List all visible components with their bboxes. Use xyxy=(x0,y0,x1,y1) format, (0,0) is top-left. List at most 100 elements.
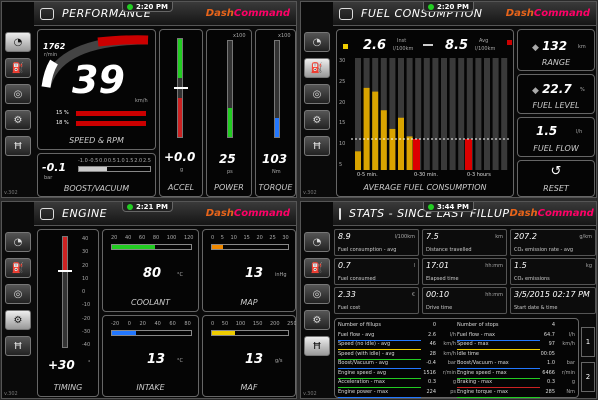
fuel-icon[interactable]: ⛽ xyxy=(5,258,31,278)
speed-rpm-panel[interactable]: 1762 r/min 39 km/h 15 % 18 % SPEED & RPM xyxy=(37,29,156,150)
engine-icon[interactable]: ⚙ xyxy=(304,310,330,330)
table-row: Engine speed - max 6466 r/min xyxy=(457,370,575,379)
steering-icon[interactable]: ◎ xyxy=(5,284,31,304)
gauge-icon[interactable]: ◔ xyxy=(304,232,330,252)
table-row: Engine speed - avg 1516 r/min xyxy=(338,370,456,379)
timing-ticks: 40 30 20 10 0 -10 -20 -30 -40 xyxy=(82,236,90,348)
page-2-button[interactable]: 2 xyxy=(581,362,595,392)
stat-unit: g/km xyxy=(579,234,592,240)
accel-panel[interactable]: +0.0 g ACCEL xyxy=(159,29,203,197)
consumption-bar xyxy=(389,128,396,170)
timing-panel[interactable]: 40 30 20 10 0 -10 -20 -30 -40 +30 ° TIMING xyxy=(37,229,99,397)
bar-slot xyxy=(423,58,430,170)
timing-tick: -40 xyxy=(82,342,91,348)
avg-bar xyxy=(413,139,420,170)
clock: 2:21 PM xyxy=(122,202,173,212)
row-unit: g xyxy=(452,379,456,385)
lift-icon[interactable]: Ħ xyxy=(304,136,330,156)
bar-slot xyxy=(449,58,456,170)
reset-button[interactable]: ↺ RESET xyxy=(517,160,595,197)
table-row: Speed - max 97 km/h xyxy=(457,341,575,350)
y-tick: 25 xyxy=(339,78,346,85)
bar2 xyxy=(76,121,146,126)
timing-pointer xyxy=(58,270,72,272)
maf-panel[interactable]: 0 50 100 150 200 250 13 g/s MAF xyxy=(202,315,296,397)
row-value: 97 xyxy=(548,341,555,347)
boost-tick: 1.0 xyxy=(116,158,125,164)
stat-label: Fuel cost xyxy=(338,305,361,311)
fuel-icon[interactable]: ⛽ xyxy=(304,58,330,78)
logo: DashCommand xyxy=(205,208,290,219)
row-value: 2.6 xyxy=(428,331,436,338)
row-unit: bar xyxy=(447,360,456,366)
avg-bar xyxy=(465,139,472,170)
stat-unit: l xyxy=(413,263,415,269)
engine-icon[interactable]: ⚙ xyxy=(5,310,31,330)
map-panel[interactable]: 0 5 10 15 20 25 30 13 inHg MAP xyxy=(202,229,296,312)
stat-label: Fuel consumed xyxy=(338,276,376,282)
row-label: Speed - max xyxy=(457,341,489,347)
fuel-flow-panel[interactable]: 1.5 l/h FUEL FLOW xyxy=(517,117,595,157)
boost-tick: -1.0 xyxy=(78,158,88,164)
bar-slot xyxy=(492,58,499,170)
consumption-bar xyxy=(406,136,413,170)
row-value: 46 xyxy=(429,341,436,347)
boost-bar xyxy=(78,166,151,172)
stat-cell: 3/5/2015 02:17 PM Start date & time xyxy=(510,287,596,314)
row-value: 4 xyxy=(551,322,555,328)
coolant-panel[interactable]: 20 40 60 80 100 120 80 °C COOLANT xyxy=(102,229,199,312)
intake-panel[interactable]: -20 0 20 40 60 80 13 °C INTAKE xyxy=(102,315,199,397)
bar-slot xyxy=(475,58,482,170)
consumption-chart-panel[interactable]: 2.6 Inst l/100km 8.5 Avg l/100km 30 25 20 1… xyxy=(336,29,514,197)
rpm-value: 1762 xyxy=(43,42,66,51)
timing-tick: 30 xyxy=(82,249,89,256)
logo: DashCommand xyxy=(205,8,290,19)
stat-cell: 207.2 g/km CO₂ emission rate - avg xyxy=(510,229,596,256)
steering-icon[interactable]: ◎ xyxy=(5,84,31,104)
gauge-icon[interactable]: ◔ xyxy=(5,232,31,252)
range-panel[interactable]: ◆ 132 km RANGE xyxy=(517,29,595,71)
row-value: 28 xyxy=(429,350,436,357)
timing-track xyxy=(62,236,68,348)
sidebar: ◔ ⛽ ◎ ⚙ Ħ xyxy=(2,26,34,197)
torque-panel[interactable]: x100 103 Nm TORQUE xyxy=(255,29,296,197)
lift-icon[interactable]: Ħ xyxy=(5,136,31,156)
fuel-icon[interactable]: ⛽ xyxy=(304,258,330,278)
engine-icon xyxy=(40,207,54,220)
power-panel[interactable]: x100 25 ps POWER xyxy=(206,29,252,197)
steering-icon[interactable]: ◎ xyxy=(304,84,330,104)
engine-icon[interactable]: ⚙ xyxy=(5,110,31,130)
engine-icon[interactable]: ⚙ xyxy=(304,110,330,130)
timing-tick: 10 xyxy=(82,275,89,282)
steering-icon[interactable]: ◎ xyxy=(304,284,330,304)
performance-screen: 2:20 PM ◔ ⛽ ◎ ⚙ Ħ PERFORMANCE DashCommand… xyxy=(1,1,297,198)
intake-value: 13 xyxy=(147,352,166,367)
row-label: Speed (with idle) - avg xyxy=(338,350,395,357)
page-1-button[interactable]: 1 xyxy=(581,327,595,357)
row-unit: km/h xyxy=(443,341,456,347)
gauge-icon[interactable]: ◔ xyxy=(5,32,31,52)
stat-unit: hh:mm xyxy=(485,292,503,298)
maf-bar xyxy=(211,330,289,336)
boost-ticks: -1.0 -0.5 0.0 0.5 1.0 1.5 2.0 2.5 xyxy=(78,158,151,164)
table-row: Fuel flow - max 64.7 l/h xyxy=(457,332,575,341)
stat-unit: km xyxy=(495,234,503,240)
stat-cell: 1.5 kg CO₂ emissions xyxy=(510,258,596,285)
timing-tick: -10 xyxy=(82,302,91,309)
gauge-icon[interactable]: ◔ xyxy=(304,32,330,52)
fuel-chart xyxy=(351,58,511,170)
row-label: Boost/Vacuum - avg xyxy=(338,360,389,366)
torque-value: 103 xyxy=(262,152,288,166)
lift-icon[interactable]: Ħ xyxy=(304,336,330,356)
row-label: Engine power - max xyxy=(338,388,389,395)
fuel-icon[interactable]: ⛽ xyxy=(5,58,31,78)
sidebar: ◔ ⛽ ◎ ⚙ Ħ xyxy=(2,226,34,398)
lift-icon[interactable]: Ħ xyxy=(5,336,31,356)
timing-tick: 40 xyxy=(82,236,89,242)
boost-panel[interactable]: -1.0 -0.5 0.0 0.5 1.0 1.5 2.0 2.5 -0.1 bar BOOS… xyxy=(37,153,156,197)
table-row: Boost/Vacuum - avg -0.4 bar xyxy=(338,360,456,369)
table-row: Speed (with idle) - avg 28 km/h xyxy=(338,351,456,360)
stats-screen: 3:44 PM ◔ ⛽ ◎ ⚙ Ħ STATS - SINCE LAST FIL… xyxy=(300,201,597,399)
row-value: 00:05 xyxy=(540,350,555,357)
fuel-level-panel[interactable]: ◆ 22.7 % FUEL LEVEL xyxy=(517,74,595,114)
